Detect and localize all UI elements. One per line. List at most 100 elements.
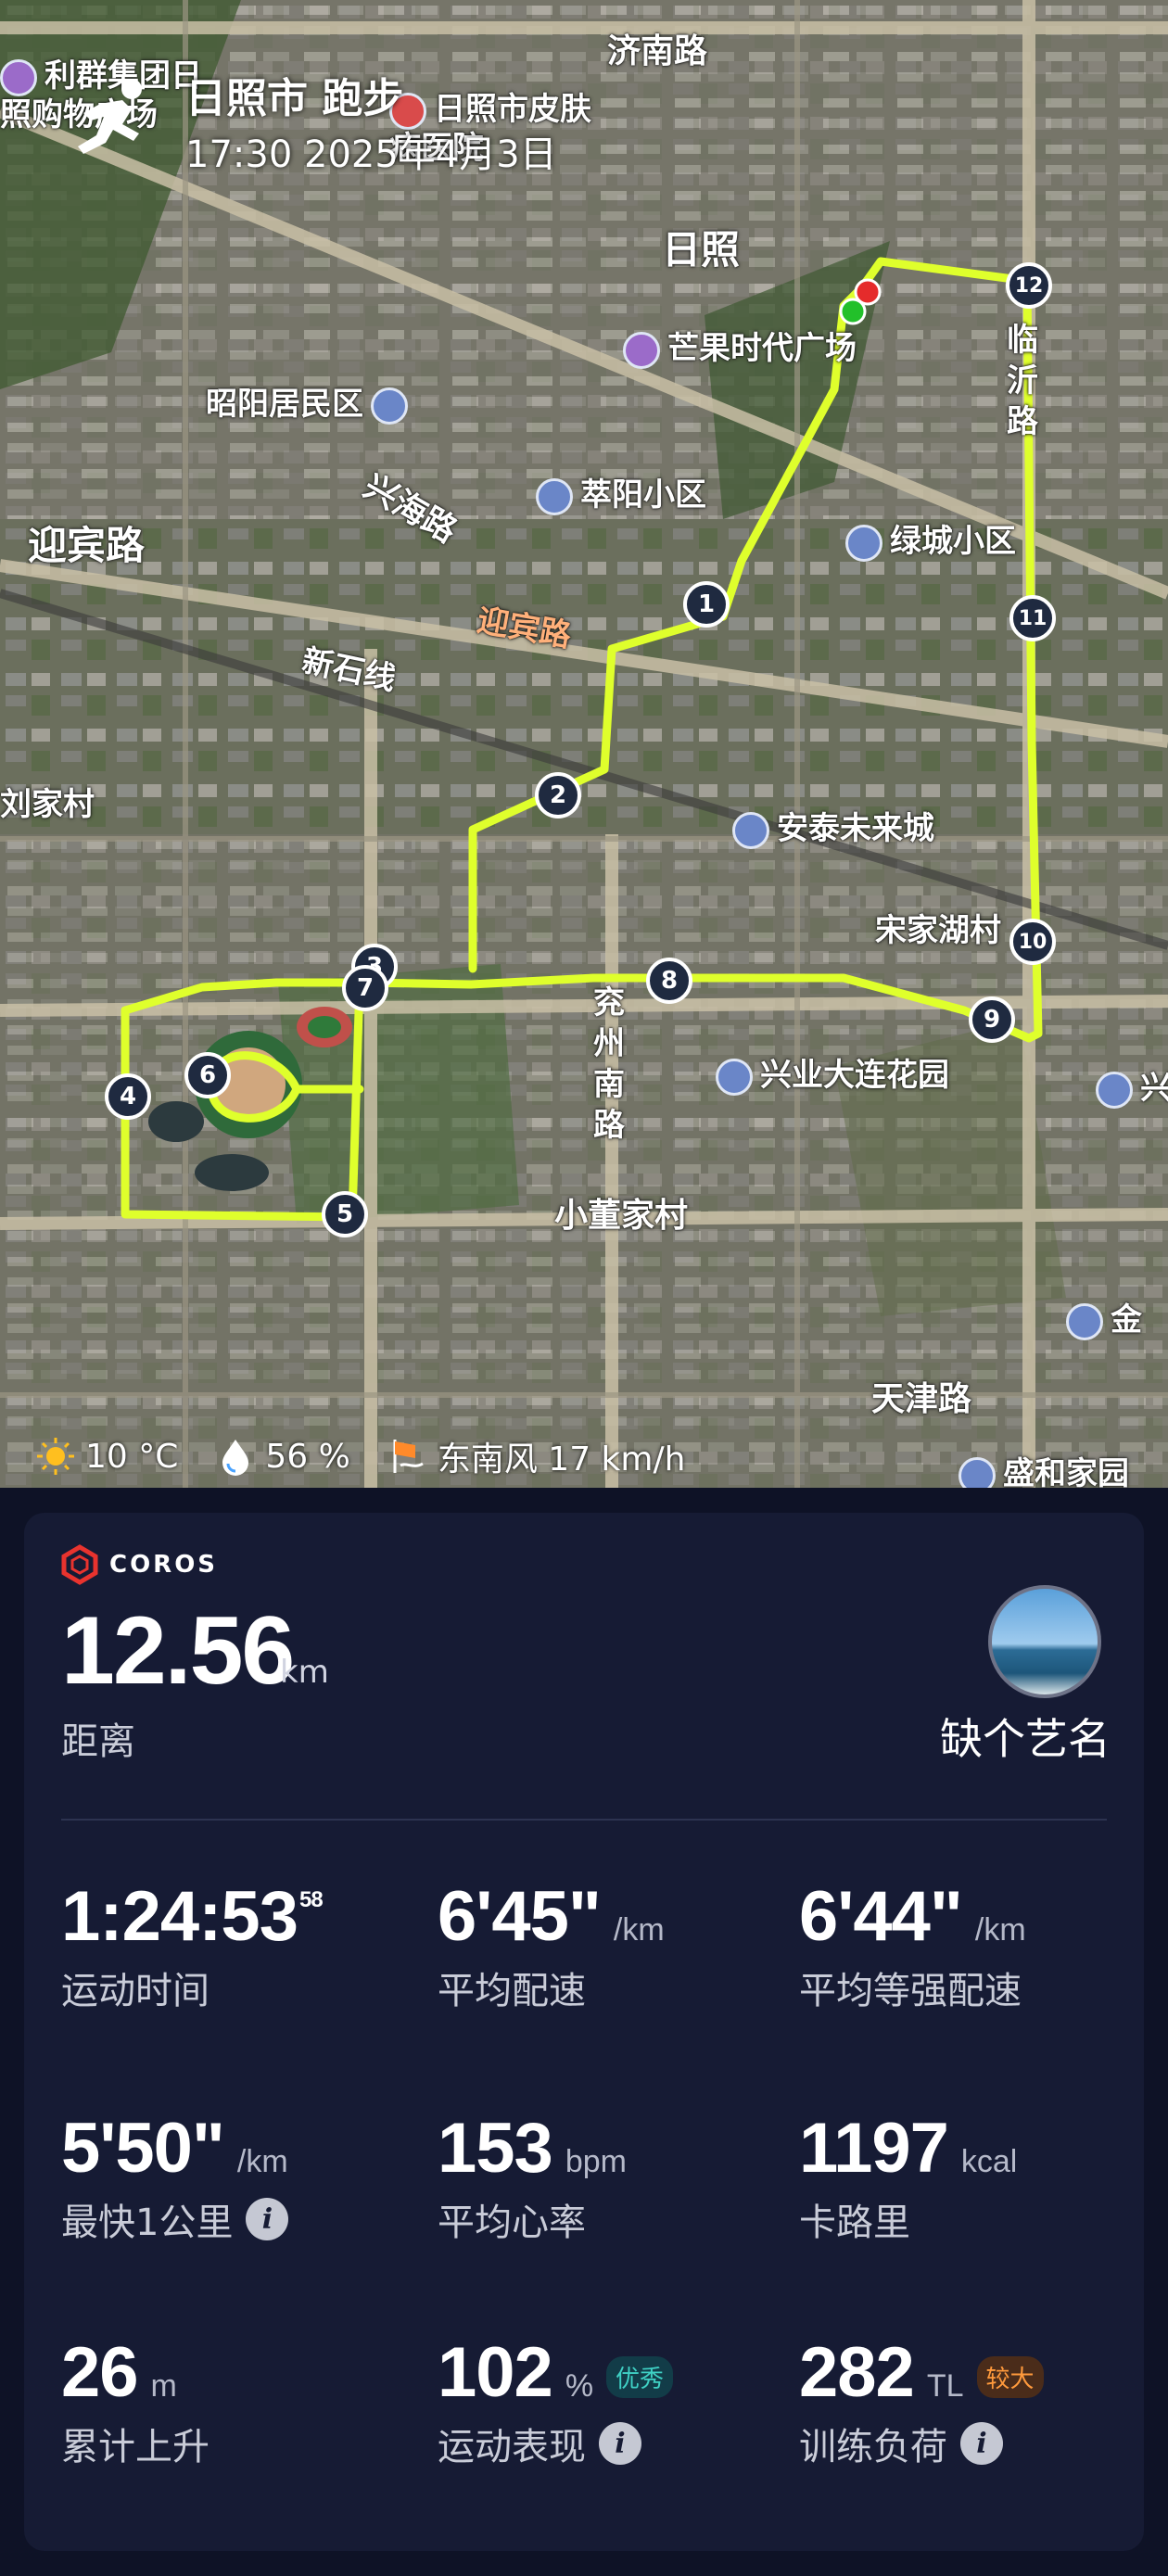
info-icon[interactable]: i: [246, 2198, 289, 2240]
km-marker-11[interactable]: 11: [1009, 595, 1056, 641]
km-marker-2[interactable]: 2: [535, 772, 581, 818]
temperature-value: 10 °C: [85, 1437, 179, 1476]
stat-fastest-km: 5'50" /km 最快1公里 i: [61, 2108, 289, 2246]
residence-icon: [716, 1058, 753, 1096]
km-marker-10[interactable]: 10: [1009, 919, 1056, 965]
residence-icon: [959, 1456, 996, 1488]
stat-elevation-gain: 26 m 累计上升: [61, 2332, 209, 2470]
km-marker-5[interactable]: 5: [322, 1191, 368, 1237]
stat-performance: 102% 优秀 运动表现 i: [438, 2332, 674, 2470]
sun-icon: [37, 1438, 74, 1475]
performance-badge: 优秀: [606, 2356, 674, 2399]
place-label[interactable]: 昭阳居民区: [206, 378, 415, 425]
residence-icon: [845, 524, 882, 562]
stat-label: 运动表现: [438, 2426, 586, 2468]
place-label[interactable]: 芒果时代广场: [623, 323, 857, 369]
stat-unit: %: [565, 2368, 594, 2404]
km-marker-1[interactable]: 1: [683, 581, 730, 628]
stat-value: 153: [438, 2109, 553, 2188]
residence-icon: [536, 477, 573, 515]
residence-icon: [1066, 1302, 1103, 1340]
place-label: 日照: [662, 227, 741, 273]
place-label[interactable]: 兴: [1096, 1062, 1168, 1109]
brand-logo: COROS: [59, 1544, 218, 1585]
stat-avg-grade-adjusted-pace: 6'44" /km 平均等强配速: [799, 1876, 1026, 2014]
road-label: 天津路: [871, 1380, 972, 1418]
stat-value: 6'44": [799, 1877, 963, 1956]
stat-label: 累计上升: [61, 2426, 209, 2468]
activity-datetime: 17:30 2025年4月3日: [185, 133, 557, 176]
residence-icon: [1096, 1071, 1133, 1109]
km-marker-9[interactable]: 9: [969, 996, 1015, 1043]
residence-icon: [732, 811, 769, 849]
place-label[interactable]: 绿城小区: [845, 515, 1016, 562]
activity-summary-card: COROS 12.56 km 距离 缺个艺名 1:24:5358 运动时间 6'…: [24, 1513, 1144, 2551]
activity-title: 日照市 跑步: [185, 75, 404, 122]
stat-label: 最快1公里: [61, 2202, 234, 2244]
stat-unit: kcal: [960, 2144, 1018, 2179]
avatar[interactable]: [988, 1585, 1101, 1698]
stat-label: 平均等强配速: [799, 1970, 1022, 2012]
brand-name: COROS: [109, 1551, 219, 1579]
stat-label: 平均心率: [438, 2202, 586, 2244]
username: 缺个艺名: [940, 1714, 1111, 1764]
stat-value: 1197: [799, 2109, 949, 2188]
weather-bar: 10 °C 56 % 东南风 17 km/h: [35, 1432, 709, 1480]
stat-unit: TL: [926, 2368, 964, 2404]
stat-value: 1:24:53: [61, 1877, 298, 1956]
stat-unit: m: [150, 2368, 177, 2404]
info-icon[interactable]: i: [960, 2422, 1003, 2465]
place-label: 宋家湖村: [875, 912, 1001, 949]
stat-calories: 1197 kcal 卡路里: [799, 2108, 1017, 2246]
stat-value: 282: [799, 2333, 915, 2412]
stat-value-fraction: 58: [298, 1887, 324, 1912]
stat-value: 26: [61, 2333, 139, 2412]
place-label[interactable]: 兴业大连花园: [716, 1049, 949, 1096]
place-label: 小董家村: [554, 1197, 689, 1235]
km-marker-7[interactable]: 7: [342, 965, 388, 1011]
place-label[interactable]: 盛和家园: [959, 1448, 1129, 1488]
start-point-marker: [839, 298, 867, 325]
wind-flag-icon: [393, 1440, 424, 1473]
route-map[interactable]: 123456789101112 济南路 兴海路 迎宾路 迎宾路 新石线 临沂路 …: [0, 0, 1168, 1488]
stat-unit: bpm: [565, 2144, 627, 2179]
km-marker-12[interactable]: 12: [1006, 262, 1052, 309]
stat-label: 训练负荷: [799, 2426, 947, 2468]
stat-label: 卡路里: [799, 2202, 910, 2244]
coros-logo-icon: [61, 1544, 98, 1585]
stat-label: 运动时间: [61, 1970, 209, 2012]
km-marker-4[interactable]: 4: [105, 1073, 151, 1120]
km-marker-8[interactable]: 8: [646, 958, 692, 1004]
distance-unit: km: [280, 1654, 329, 1691]
stat-value: 102: [438, 2333, 553, 2412]
shopping-icon: [0, 58, 37, 96]
road-label: 迎宾路: [28, 523, 146, 568]
satellite-basemap: [0, 0, 1168, 1488]
stat-avg-pace: 6'45" /km 平均配速: [438, 1876, 665, 2014]
stat-label: 平均配速: [438, 1970, 586, 2012]
shopping-icon: [623, 331, 660, 369]
stat-value: 5'50": [61, 2109, 225, 2188]
training-load-badge: 较大: [976, 2356, 1044, 2399]
place-label[interactable]: 萃阳小区: [536, 469, 706, 515]
stat-value: 6'45": [438, 1877, 602, 1956]
stat-training-load: 282 TL 较大 训练负荷 i: [799, 2332, 1044, 2470]
road-label: 兖州南路: [593, 984, 625, 1144]
km-marker-6[interactable]: 6: [184, 1052, 231, 1098]
distance-value: 12.56: [61, 1597, 295, 1705]
road-label: 济南路: [607, 32, 708, 70]
wind-value: 东南风 17 km/h: [437, 1440, 686, 1478]
place-label[interactable]: 金: [1066, 1294, 1142, 1340]
divider: [61, 1819, 1107, 1821]
runner-icon: [78, 79, 142, 154]
place-label[interactable]: 安泰未来城: [732, 803, 934, 849]
stat-duration: 1:24:5358 运动时间: [61, 1876, 324, 2014]
residence-icon: [371, 387, 408, 425]
stat-avg-heart-rate: 153 bpm 平均心率: [438, 2108, 627, 2246]
stat-unit: /km: [613, 1912, 665, 1948]
stat-unit: /km: [974, 1912, 1026, 1948]
road-label: 临沂路: [1007, 322, 1038, 440]
place-label: 刘家村: [0, 786, 95, 823]
distance-label: 距离: [61, 1720, 135, 1763]
info-icon[interactable]: i: [599, 2422, 641, 2465]
